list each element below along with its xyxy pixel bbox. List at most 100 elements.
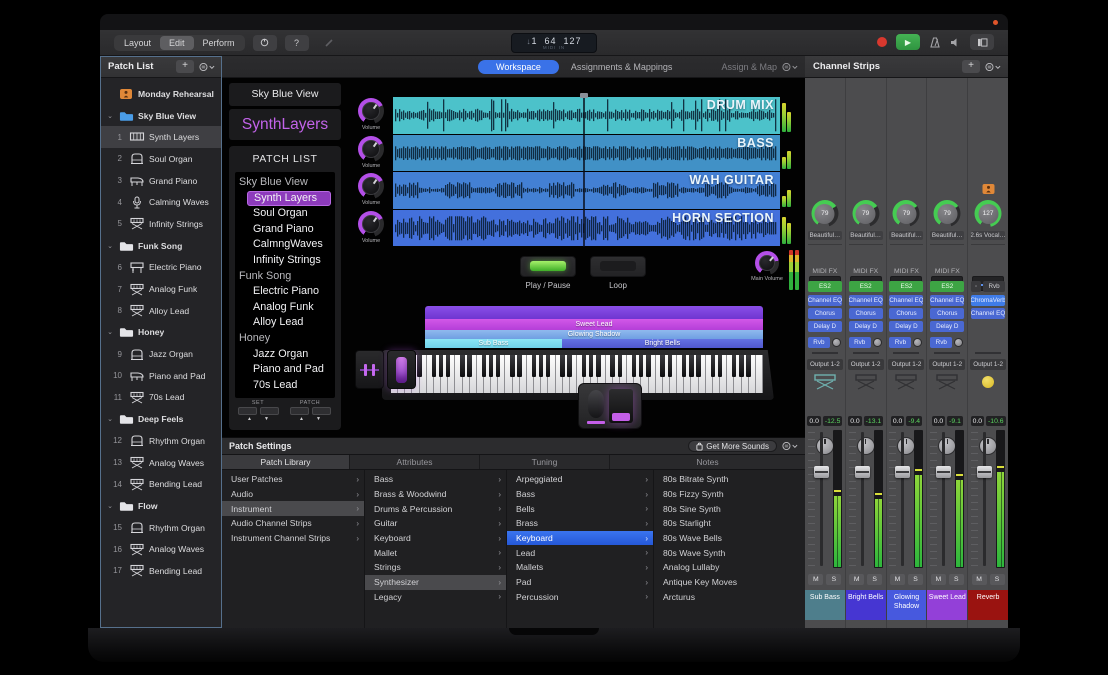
send-slot[interactable]: Rvb — [808, 337, 842, 348]
mini-patch-list-entry[interactable]: Electric Piano — [235, 284, 335, 300]
solo-button[interactable]: S — [826, 574, 841, 585]
record-button[interactable] — [877, 37, 887, 47]
patch-list-folder-row[interactable]: ⌄Honey — [100, 322, 222, 344]
help-button[interactable]: ? — [285, 35, 309, 51]
browser-item[interactable]: 80s Bitrate Synth — [654, 472, 805, 487]
patch-list-item[interactable]: 2Soul Organ — [100, 148, 222, 170]
strip-name-plate[interactable]: Bright Bells — [846, 590, 886, 620]
instrument-slot[interactable]: ES2 — [930, 281, 964, 292]
strip-name-plate[interactable]: Reverb — [968, 590, 1008, 620]
patch-list-item[interactable]: 12Rhythm Organ — [100, 430, 222, 452]
fader[interactable] — [889, 430, 923, 568]
instrument-slot[interactable]: ES2 — [808, 281, 842, 292]
chevron-down-icon[interactable]: ⌄ — [103, 415, 117, 423]
browser-item[interactable]: Arcturus — [654, 590, 805, 605]
send-knob[interactable] — [873, 338, 882, 347]
browser-item[interactable]: Bells› — [507, 501, 653, 516]
browser-item[interactable]: Keyboard› — [365, 531, 506, 546]
black-key[interactable] — [689, 355, 693, 377]
plugin-slot[interactable]: Delay D — [808, 321, 842, 332]
tab-attributes[interactable]: Attributes — [350, 455, 480, 469]
play-pause-screen-button[interactable] — [520, 256, 576, 277]
tab-assignments-mappings[interactable]: Assignments & Mappings — [571, 62, 673, 72]
mini-patch-list-entry[interactable]: Honey — [235, 331, 335, 347]
instrument-slot[interactable]: ES2 — [889, 281, 923, 292]
patch-list-widget-list[interactable]: Sky Blue ViewSynth LayersSoul OrganGrand… — [235, 172, 335, 398]
patch-list-item[interactable]: 17Bending Lead — [100, 560, 222, 582]
loop-screen-button[interactable] — [590, 256, 646, 277]
solo-button[interactable]: S — [949, 574, 964, 585]
output-slot[interactable]: Output 1-2 — [848, 359, 884, 370]
black-key[interactable] — [739, 355, 743, 377]
tab-tuning[interactable]: Tuning — [480, 455, 610, 469]
fader[interactable] — [971, 430, 1005, 568]
black-key[interactable] — [532, 355, 536, 377]
black-key[interactable] — [718, 355, 722, 377]
browser-item[interactable]: Analog Lullaby — [654, 560, 805, 575]
black-key[interactable] — [646, 355, 650, 377]
plugin-slot[interactable]: Channel EQ — [849, 295, 883, 306]
layer-bar[interactable]: Bright Bells — [562, 339, 763, 348]
play-button[interactable]: ▶ — [896, 34, 920, 50]
black-key[interactable] — [467, 355, 471, 377]
solo-button[interactable]: S — [990, 574, 1005, 585]
mode-perform-button[interactable]: Perform — [194, 36, 244, 50]
fader-cap[interactable] — [814, 466, 829, 478]
backing-track-row[interactable]: DRUM MIX — [393, 97, 780, 134]
send-slot[interactable]: Rvb — [889, 337, 923, 348]
master-mute-icon[interactable] — [950, 37, 961, 48]
mini-patch-list-entry[interactable]: Alloy Lead — [235, 315, 335, 331]
black-key[interactable] — [489, 355, 493, 377]
mute-button[interactable]: M — [808, 574, 823, 585]
black-key[interactable] — [446, 355, 450, 377]
browser-item[interactable]: Drums & Percussion› — [365, 501, 506, 516]
mini-patch-list-entry[interactable]: Piano and Pad — [235, 362, 335, 378]
channel-strips-action-menu[interactable] — [985, 62, 1001, 72]
fader-cap[interactable] — [936, 466, 951, 478]
browser-item[interactable]: Guitar› — [365, 516, 506, 531]
patch-list-item[interactable]: 4Calming Waves — [100, 191, 222, 213]
browser-item[interactable]: 80s Wave Bells — [654, 531, 805, 546]
browser-item[interactable]: Pad› — [507, 575, 653, 590]
patch-list-item[interactable]: 6Electric Piano — [100, 257, 222, 279]
browser-item[interactable]: Brass & Woodwind› — [365, 487, 506, 502]
chevron-down-icon[interactable]: ⌄ — [103, 112, 117, 120]
plugin-slot[interactable]: Channel EQ — [889, 295, 923, 306]
patch-list-folder-row[interactable]: ⌄Flow — [100, 495, 222, 517]
add-channel-strip-button[interactable]: + — [962, 60, 980, 73]
browser-item[interactable]: Audio Channel Strips› — [222, 516, 364, 531]
send-slot[interactable]: Rvb — [849, 337, 883, 348]
strip-name-plate[interactable]: Sweet Lead — [927, 590, 967, 620]
tab-workspace[interactable]: Workspace — [478, 60, 559, 74]
black-key[interactable] — [589, 355, 593, 377]
black-key[interactable] — [432, 355, 436, 377]
main-volume-knob[interactable]: Main Volume — [745, 251, 789, 282]
workspace-action-menu[interactable] — [782, 62, 798, 72]
mini-patch-list-entry[interactable]: 70s Lead — [235, 378, 335, 394]
browser-item[interactable]: Arpeggiated› — [507, 472, 653, 487]
patch-list-item[interactable]: 1Synth Layers — [100, 126, 222, 148]
output-slot[interactable]: Output 1-2 — [807, 359, 843, 370]
set-down-button[interactable] — [238, 407, 257, 415]
backing-track-row[interactable]: HORN SECTION — [393, 210, 780, 247]
plugin-slot[interactable]: Chorus — [930, 308, 964, 319]
preset-label[interactable]: Beautiful… — [849, 231, 883, 240]
black-key[interactable] — [618, 355, 622, 377]
track-volume-knob[interactable]: Volume — [350, 136, 392, 169]
browser-item[interactable]: 80s Starlight — [654, 516, 805, 531]
plugin-slot[interactable]: Chorus — [808, 308, 842, 319]
browser-item[interactable]: Bass› — [507, 487, 653, 502]
patch-list-item[interactable]: 3Grand Piano — [100, 170, 222, 192]
mini-patch-list-entry[interactable]: Funk Song — [235, 269, 335, 285]
browser-item[interactable]: Synthesizer› — [365, 575, 506, 590]
browser-item[interactable]: Antique Key Moves — [654, 575, 805, 590]
black-key[interactable] — [560, 355, 564, 377]
mode-edit-button[interactable]: Edit — [160, 36, 194, 50]
patch-list-item[interactable]: 10Piano and Pad — [100, 365, 222, 387]
black-key[interactable] — [682, 355, 686, 377]
plugin-slot[interactable]: Delay D — [849, 321, 883, 332]
patch-list-folder-row[interactable]: ⌄Sky Blue View — [100, 105, 222, 127]
mini-patch-list-entry[interactable]: Grand Piano — [235, 222, 335, 238]
black-key[interactable] — [610, 355, 614, 377]
black-key[interactable] — [746, 355, 750, 377]
